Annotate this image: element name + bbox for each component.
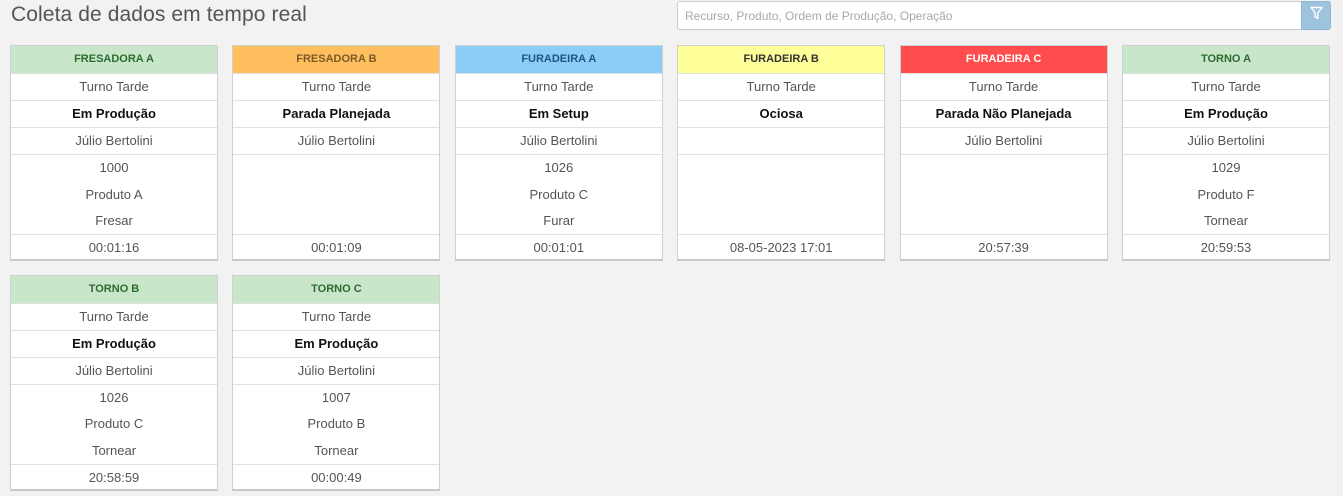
resource-card[interactable]: FURADEIRA A Turno Tarde Em Setup Júlio Bert… (454, 45, 663, 261)
elapsed-time: 08-05-2023 17:01 (678, 234, 885, 261)
resource-card[interactable]: FRESADORA B Turno Tarde Parada Planejada Jú… (232, 45, 441, 261)
shift-label: Turno Tarde (900, 73, 1107, 100)
card-header: FRESADORA B (233, 46, 440, 73)
order-number: 1029 (1211, 160, 1241, 175)
operator-label: Júlio Bertolini (11, 356, 217, 384)
operation-label: Tornear (91, 442, 137, 458)
elapsed-time: 20:58:59 (11, 463, 217, 491)
resource-card[interactable]: FURADEIRA B Turno Tarde Ociosa 08-05-2023 1… (677, 45, 886, 261)
operation-label: Fresar (95, 213, 133, 229)
resource-card[interactable]: TORNO B Turno Tarde Em Produção Júlio Berto… (10, 274, 218, 491)
shift-label: Turno Tarde (455, 73, 662, 100)
product-label (233, 182, 439, 209)
status-label: Em Produção (11, 100, 217, 127)
product-label (901, 182, 1107, 209)
shift-label: Turno Tarde (11, 302, 217, 330)
status-label: Parada Planejada (233, 100, 440, 127)
operation-label: Tornear (1203, 213, 1249, 229)
operator-label: Júlio Bertolini (900, 127, 1107, 154)
production-info (233, 154, 440, 235)
order-number: 1026 (544, 160, 574, 175)
resource-card[interactable]: TORNO A Turno Tarde Em Produção Júlio Berto… (1122, 45, 1330, 261)
production-info: 1007 Produto B Tornear (233, 383, 440, 464)
production-info (900, 154, 1107, 235)
card-header: TORNO C (233, 275, 440, 303)
operation-label: Furar (543, 213, 575, 229)
status-label: Em Produção (233, 329, 440, 357)
operator-label: Júlio Bertolini (1123, 127, 1329, 154)
operation-label (678, 208, 884, 235)
resource-card[interactable]: FRESADORA A Turno Tarde Em Produção Júlio B… (10, 45, 218, 261)
elapsed-time: 20:57:39 (900, 234, 1107, 261)
card-header: FURADEIRA C (900, 46, 1107, 73)
shift-label: Turno Tarde (1123, 73, 1329, 100)
status-label: Parada Não Planejada (900, 100, 1107, 127)
elapsed-time: 00:00:49 (233, 463, 440, 491)
status-label: Em Produção (11, 329, 217, 357)
shift-label: Turno Tarde (233, 73, 440, 100)
card-header: TORNO B (11, 275, 217, 303)
elapsed-time: 00:01:16 (11, 234, 217, 261)
order-number: 1007 (321, 389, 351, 405)
operation-label: Tornear (314, 442, 359, 458)
order-number (901, 155, 1107, 182)
product-label: Produto F (1197, 186, 1255, 202)
card-header: FURADEIRA A (455, 46, 662, 73)
operation-label (901, 208, 1107, 235)
order-number: 1000 (99, 160, 129, 175)
operator-label: Júlio Bertolini (233, 127, 440, 154)
order-number (678, 155, 884, 182)
filter-icon (1309, 6, 1323, 25)
product-label: Produto A (85, 186, 143, 202)
resource-card[interactable]: TORNO C Turno Tarde Em Produção Júlio Berto… (232, 274, 441, 491)
card-header: TORNO A (1123, 46, 1329, 73)
operator-label: Júlio Bertolini (455, 127, 662, 154)
product-label (678, 182, 884, 209)
elapsed-time: 20:59:53 (1123, 234, 1329, 261)
search-bar (677, 1, 1331, 30)
page: Coleta de dados em tempo real FRESADORA … (0, 0, 1343, 496)
shift-label: Turno Tarde (11, 73, 217, 100)
operator-label: Júlio Bertolini (233, 356, 440, 384)
order-number: 1026 (99, 389, 129, 405)
filter-button[interactable] (1301, 1, 1331, 30)
card-header: FRESADORA A (11, 46, 217, 73)
production-info: 1029 Produto F Tornear (1123, 154, 1329, 234)
product-label: Produto C (529, 186, 589, 202)
resource-card[interactable]: FURADEIRA C Turno Tarde Parada Não Planeja… (899, 45, 1108, 261)
status-label: Ociosa (678, 100, 885, 127)
production-info (678, 154, 885, 235)
operator-label (678, 127, 885, 154)
elapsed-time: 00:01:01 (455, 234, 662, 261)
shift-label: Turno Tarde (233, 302, 440, 330)
product-label: Produto C (84, 416, 144, 432)
status-label: Em Setup (455, 100, 662, 127)
operator-label: Júlio Bertolini (11, 127, 217, 154)
elapsed-time: 00:01:09 (233, 234, 440, 261)
shift-label: Turno Tarde (678, 73, 885, 100)
search-input[interactable] (677, 1, 1301, 30)
operation-label (233, 208, 439, 235)
page-title: Coleta de dados em tempo real (11, 3, 307, 26)
product-label: Produto B (307, 416, 366, 432)
production-info: 1000 Produto A Fresar (11, 154, 217, 234)
production-info: 1026 Produto C Furar (455, 154, 662, 234)
card-header: FURADEIRA B (678, 46, 885, 73)
production-info: 1026 Produto C Tornear (11, 383, 217, 464)
status-label: Em Produção (1123, 100, 1329, 127)
order-number (233, 155, 439, 182)
